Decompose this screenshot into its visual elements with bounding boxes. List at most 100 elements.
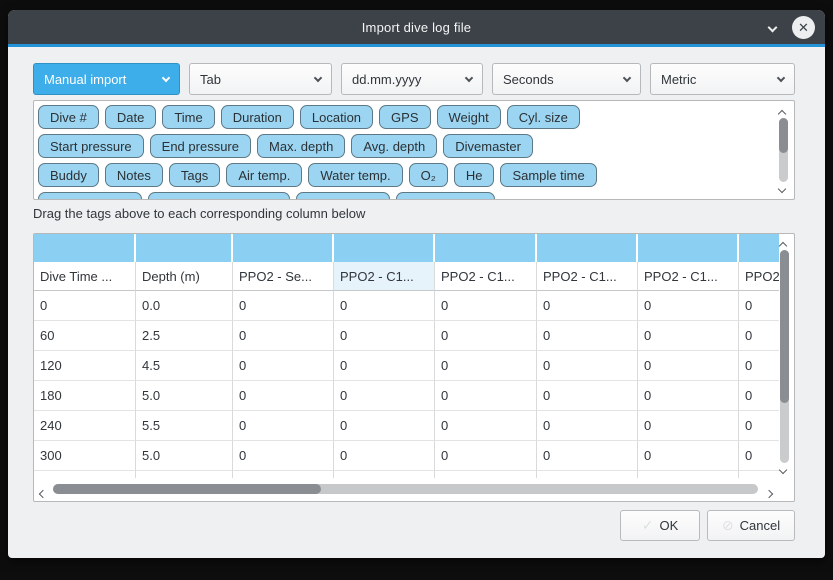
table-cell: 5.5 bbox=[136, 411, 233, 441]
table-cell: 0 bbox=[233, 381, 334, 411]
column-header: PPO2 - C1... bbox=[638, 262, 739, 291]
table-cell: 0 bbox=[739, 321, 779, 351]
dialog-buttons: ✓OK ⊘Cancel bbox=[620, 510, 795, 541]
table-cell: 0 bbox=[638, 441, 739, 471]
table-cell: 0 bbox=[233, 441, 334, 471]
scrollbar-track[interactable] bbox=[779, 118, 788, 182]
import-type-value: Manual import bbox=[44, 72, 126, 87]
column-drop-target[interactable] bbox=[739, 234, 779, 262]
close-button[interactable]: ✕ bbox=[792, 16, 815, 39]
scrollbar-track[interactable] bbox=[780, 250, 789, 463]
table-cell: 0 bbox=[435, 441, 537, 471]
date-format-select[interactable]: dd.mm.yyyy bbox=[341, 63, 483, 95]
field-tag[interactable]: Time bbox=[162, 105, 214, 129]
scroll-down-icon[interactable] bbox=[780, 461, 786, 476]
field-tag[interactable]: Water temp. bbox=[308, 163, 402, 187]
table-horizontal-scrollbar[interactable] bbox=[34, 479, 794, 501]
table-cell: 120 bbox=[34, 351, 136, 381]
field-tag[interactable]: Dive # bbox=[38, 105, 99, 129]
scrollbar-thumb[interactable] bbox=[53, 484, 321, 494]
table-cell: 0 bbox=[334, 381, 435, 411]
column-drop-row bbox=[34, 234, 779, 262]
table-cell: 0 bbox=[334, 411, 435, 441]
column-drop-target[interactable] bbox=[537, 234, 638, 262]
field-tag[interactable]: O₂ bbox=[409, 163, 448, 187]
column-drop-target[interactable] bbox=[638, 234, 739, 262]
field-tag[interactable]: Tags bbox=[169, 163, 220, 187]
field-tag[interactable]: Air temp. bbox=[226, 163, 302, 187]
field-tag[interactable]: Sample CNS bbox=[396, 192, 495, 200]
table-cell: 0 bbox=[435, 321, 537, 351]
scroll-left-icon[interactable] bbox=[40, 485, 46, 500]
tag-pool: Dive # Date Time Duration Location GPS W… bbox=[33, 100, 795, 200]
table-cell: 2.5 bbox=[136, 321, 233, 351]
table-cell: 300 bbox=[34, 441, 136, 471]
field-tag[interactable]: Divemaster bbox=[443, 134, 533, 158]
field-tag[interactable]: Date bbox=[105, 105, 156, 129]
column-drop-target[interactable] bbox=[334, 234, 435, 262]
scroll-right-icon[interactable] bbox=[766, 485, 772, 500]
column-drop-target[interactable] bbox=[34, 234, 136, 262]
column-header: Depth (m) bbox=[136, 262, 233, 291]
duration-format-select[interactable]: Seconds bbox=[492, 63, 641, 95]
table-cell: 60 bbox=[34, 321, 136, 351]
table-row: 300 5.0 0 0 0 0 0 0 bbox=[34, 441, 779, 471]
field-tag[interactable]: Duration bbox=[221, 105, 294, 129]
field-tag[interactable]: Weight bbox=[437, 105, 501, 129]
table-cell: 0 bbox=[34, 291, 136, 321]
chevron-down-icon bbox=[777, 73, 785, 81]
tag-row: Dive # Date Time Duration Location GPS W… bbox=[38, 105, 772, 129]
field-tag[interactable]: Sample pO₂ bbox=[296, 192, 390, 200]
column-drop-target[interactable] bbox=[435, 234, 537, 262]
field-tag[interactable]: Notes bbox=[105, 163, 163, 187]
shade-button[interactable] bbox=[767, 22, 778, 33]
column-header: PPO2 - C1... bbox=[334, 262, 435, 291]
table-cell: 0 bbox=[537, 381, 638, 411]
column-drop-target[interactable] bbox=[136, 234, 233, 262]
field-tag[interactable]: Start pressure bbox=[38, 134, 144, 158]
scroll-down-icon[interactable] bbox=[779, 180, 785, 195]
chevron-down-icon bbox=[623, 73, 631, 81]
field-tag[interactable]: Avg. depth bbox=[351, 134, 437, 158]
ok-button[interactable]: ✓OK bbox=[620, 510, 700, 541]
field-tag[interactable]: End pressure bbox=[150, 134, 251, 158]
cancel-button[interactable]: ⊘Cancel bbox=[707, 510, 795, 541]
table-cell: 4.5 bbox=[136, 351, 233, 381]
field-tag[interactable]: Max. depth bbox=[257, 134, 345, 158]
column-header: PPO2 - C1... bbox=[435, 262, 537, 291]
field-tag[interactable]: Location bbox=[300, 105, 373, 129]
window-title: Import dive log file bbox=[8, 20, 825, 35]
field-tag[interactable]: Buddy bbox=[38, 163, 99, 187]
table-cell: 0 bbox=[739, 441, 779, 471]
table-header-row: Dive Time ... Depth (m) PPO2 - Se... PPO… bbox=[34, 262, 779, 291]
field-tag[interactable]: Sample temperature bbox=[148, 192, 290, 200]
scrollbar-track[interactable] bbox=[53, 484, 758, 494]
accent-line bbox=[8, 44, 825, 47]
date-format-value: dd.mm.yyyy bbox=[352, 72, 421, 87]
table-cell: 0 bbox=[233, 411, 334, 441]
table-cell: 0 bbox=[739, 291, 779, 321]
titlebar[interactable]: Import dive log file ✕ bbox=[8, 10, 825, 44]
table-cell: 0 bbox=[233, 351, 334, 381]
field-tag[interactable]: GPS bbox=[379, 105, 430, 129]
scrollbar-thumb[interactable] bbox=[780, 250, 789, 403]
table-cell: 0 bbox=[739, 411, 779, 441]
import-type-select[interactable]: Manual import bbox=[33, 63, 180, 95]
field-tag[interactable]: Cyl. size bbox=[507, 105, 580, 129]
units-select[interactable]: Metric bbox=[650, 63, 795, 95]
field-separator-select[interactable]: Tab bbox=[189, 63, 332, 95]
table-cell: 0 bbox=[638, 291, 739, 321]
field-tag[interactable]: Sample depth bbox=[38, 192, 142, 200]
scrollbar-thumb[interactable] bbox=[779, 118, 788, 153]
tagbox-vertical-scrollbar[interactable] bbox=[776, 104, 791, 196]
table-cell: 0 bbox=[334, 291, 435, 321]
column-drop-target[interactable] bbox=[233, 234, 334, 262]
field-tag[interactable]: He bbox=[454, 163, 495, 187]
tag-rows: Dive # Date Time Duration Location GPS W… bbox=[38, 105, 772, 200]
table-cell: 0 bbox=[537, 411, 638, 441]
field-tag[interactable]: Sample time bbox=[500, 163, 596, 187]
field-separator-value: Tab bbox=[200, 72, 221, 87]
chevron-down-icon bbox=[162, 73, 170, 81]
units-value: Metric bbox=[661, 72, 696, 87]
table-vertical-scrollbar[interactable] bbox=[777, 236, 792, 477]
